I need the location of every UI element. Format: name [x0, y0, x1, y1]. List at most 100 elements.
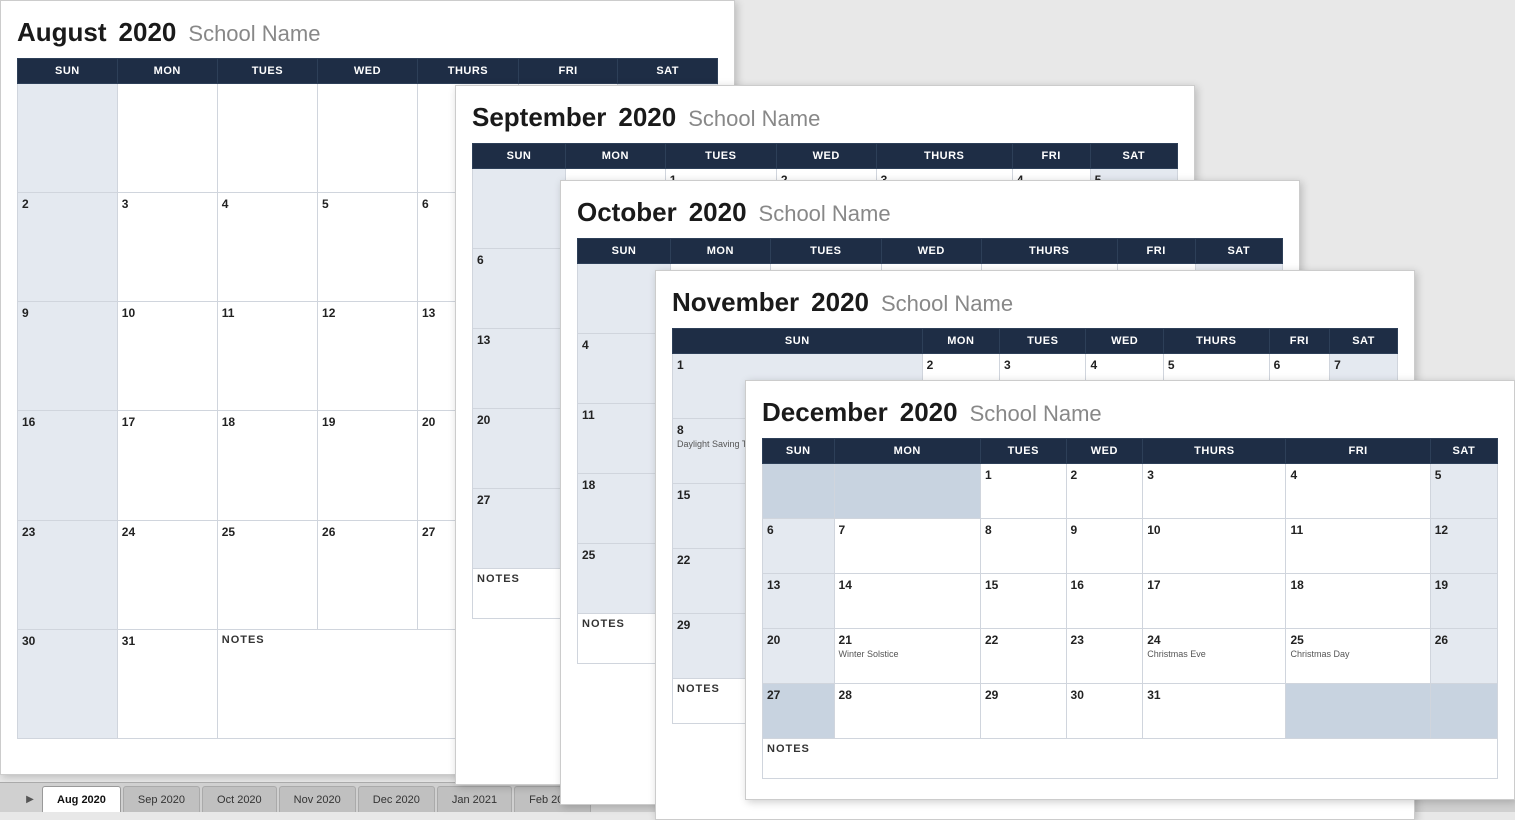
september-school: School Name — [688, 106, 820, 132]
dec-col-thu: THURS — [1143, 439, 1286, 464]
table-row — [117, 84, 217, 193]
table-row: 22 — [980, 629, 1066, 684]
aug-col-sun: SUN — [18, 59, 118, 84]
tab-oct-2020[interactable]: Oct 2020 — [202, 786, 277, 812]
nov-col-fri: FRI — [1269, 329, 1329, 354]
table-row: 1 — [980, 464, 1066, 519]
october-school: School Name — [759, 201, 891, 227]
oct-col-sat: SAT — [1195, 239, 1282, 264]
table-row: 25 — [217, 520, 317, 629]
december-school: School Name — [970, 401, 1102, 427]
nov-col-tue: TUES — [1000, 329, 1086, 354]
august-month: August — [17, 17, 107, 48]
sep-col-wed: WED — [776, 144, 876, 169]
aug-col-wed: WED — [318, 59, 418, 84]
table-row: 31 — [117, 629, 217, 738]
table-row: 4 — [217, 193, 317, 302]
table-row: 8 — [980, 519, 1066, 574]
tab-nov-2020[interactable]: Nov 2020 — [279, 786, 356, 812]
table-row: 5 — [1430, 464, 1497, 519]
tab-aug-2020[interactable]: Aug 2020 — [42, 786, 121, 812]
oct-col-wed: WED — [881, 239, 981, 264]
table-row: 2 — [1066, 464, 1143, 519]
table-row: 13 — [763, 574, 835, 629]
table-row: 27 — [473, 489, 566, 569]
table-row: 18 — [217, 411, 317, 520]
september-year: 2020 — [618, 102, 676, 133]
aug-col-sat: SAT — [618, 59, 718, 84]
table-row: 17 — [117, 411, 217, 520]
november-year: 2020 — [811, 287, 869, 318]
table-row: 23 — [18, 520, 118, 629]
tab-jan-2021[interactable]: Jan 2021 — [437, 786, 512, 812]
nov-col-mon: MON — [922, 329, 999, 354]
calendar-december: December 2020 School Name SUN MON TUES W… — [745, 380, 1515, 800]
oct-col-sun: SUN — [578, 239, 671, 264]
dec-col-fri: FRI — [1286, 439, 1430, 464]
oct-col-thu: THURS — [981, 239, 1117, 264]
table-row — [18, 84, 118, 193]
december-month: December — [762, 397, 888, 428]
table-row: 16 — [18, 411, 118, 520]
december-notes: NOTES — [763, 739, 1498, 779]
oct-col-mon: MON — [670, 239, 770, 264]
table-row: 11 — [1286, 519, 1430, 574]
table-row: 25Christmas Day — [1286, 629, 1430, 684]
october-month: October — [577, 197, 677, 228]
aug-col-fri: FRI — [518, 59, 617, 84]
table-row: 30 — [1066, 684, 1143, 739]
september-header: September 2020 School Name — [472, 102, 1178, 133]
table-row: 15 — [980, 574, 1066, 629]
table-row: 24Christmas Eve — [1143, 629, 1286, 684]
sep-col-fri: FRI — [1012, 144, 1090, 169]
oct-col-tue: TUES — [770, 239, 881, 264]
table-row: 27 — [763, 684, 835, 739]
table-row: 19 — [1430, 574, 1497, 629]
tab-sep-2020[interactable]: Sep 2020 — [123, 786, 200, 812]
table-row: 12 — [1430, 519, 1497, 574]
aug-col-tue: TUES — [217, 59, 317, 84]
table-row: 28 — [834, 684, 980, 739]
sep-col-sun: SUN — [473, 144, 566, 169]
table-row: 7 — [834, 519, 980, 574]
august-school: School Name — [188, 21, 320, 47]
sep-col-tue: TUES — [665, 144, 776, 169]
table-row: 16 — [1066, 574, 1143, 629]
aug-col-thu: THURS — [417, 59, 518, 84]
sep-col-thu: THURS — [876, 144, 1012, 169]
table-row — [217, 84, 317, 193]
table-row: 23 — [1066, 629, 1143, 684]
table-row: 3 — [117, 193, 217, 302]
table-row: 30 — [18, 629, 118, 738]
december-year: 2020 — [900, 397, 958, 428]
aug-col-mon: MON — [117, 59, 217, 84]
november-month: November — [672, 287, 799, 318]
november-school: School Name — [881, 291, 1013, 317]
nov-col-thu: THURS — [1163, 329, 1269, 354]
nov-col-sun: SUN — [673, 329, 923, 354]
october-header: October 2020 School Name — [577, 197, 1283, 228]
dec-col-tue: TUES — [980, 439, 1066, 464]
table-row: 17 — [1143, 574, 1286, 629]
dec-col-sun: SUN — [763, 439, 835, 464]
table-row: 26 — [1430, 629, 1497, 684]
table-row — [473, 169, 566, 249]
tab-dec-2020[interactable]: Dec 2020 — [358, 786, 435, 812]
sep-col-sat: SAT — [1090, 144, 1177, 169]
sep-col-mon: MON — [565, 144, 665, 169]
dec-col-mon: MON — [834, 439, 980, 464]
table-row: 2 — [18, 193, 118, 302]
table-row: 9 — [18, 302, 118, 411]
december-header: December 2020 School Name — [762, 397, 1498, 428]
december-grid: SUN MON TUES WED THURS FRI SAT 1 2 3 4 5… — [762, 438, 1498, 779]
table-row: 13 — [473, 329, 566, 409]
table-row: 21Winter Solstice — [834, 629, 980, 684]
dec-col-sat: SAT — [1430, 439, 1497, 464]
october-year: 2020 — [689, 197, 747, 228]
tab-prev-arrow[interactable]: ▶ — [20, 786, 40, 812]
table-row: 10 — [1143, 519, 1286, 574]
table-row — [1430, 684, 1497, 739]
november-header: November 2020 School Name — [672, 287, 1398, 318]
table-row: 24 — [117, 520, 217, 629]
table-row: 26 — [318, 520, 418, 629]
